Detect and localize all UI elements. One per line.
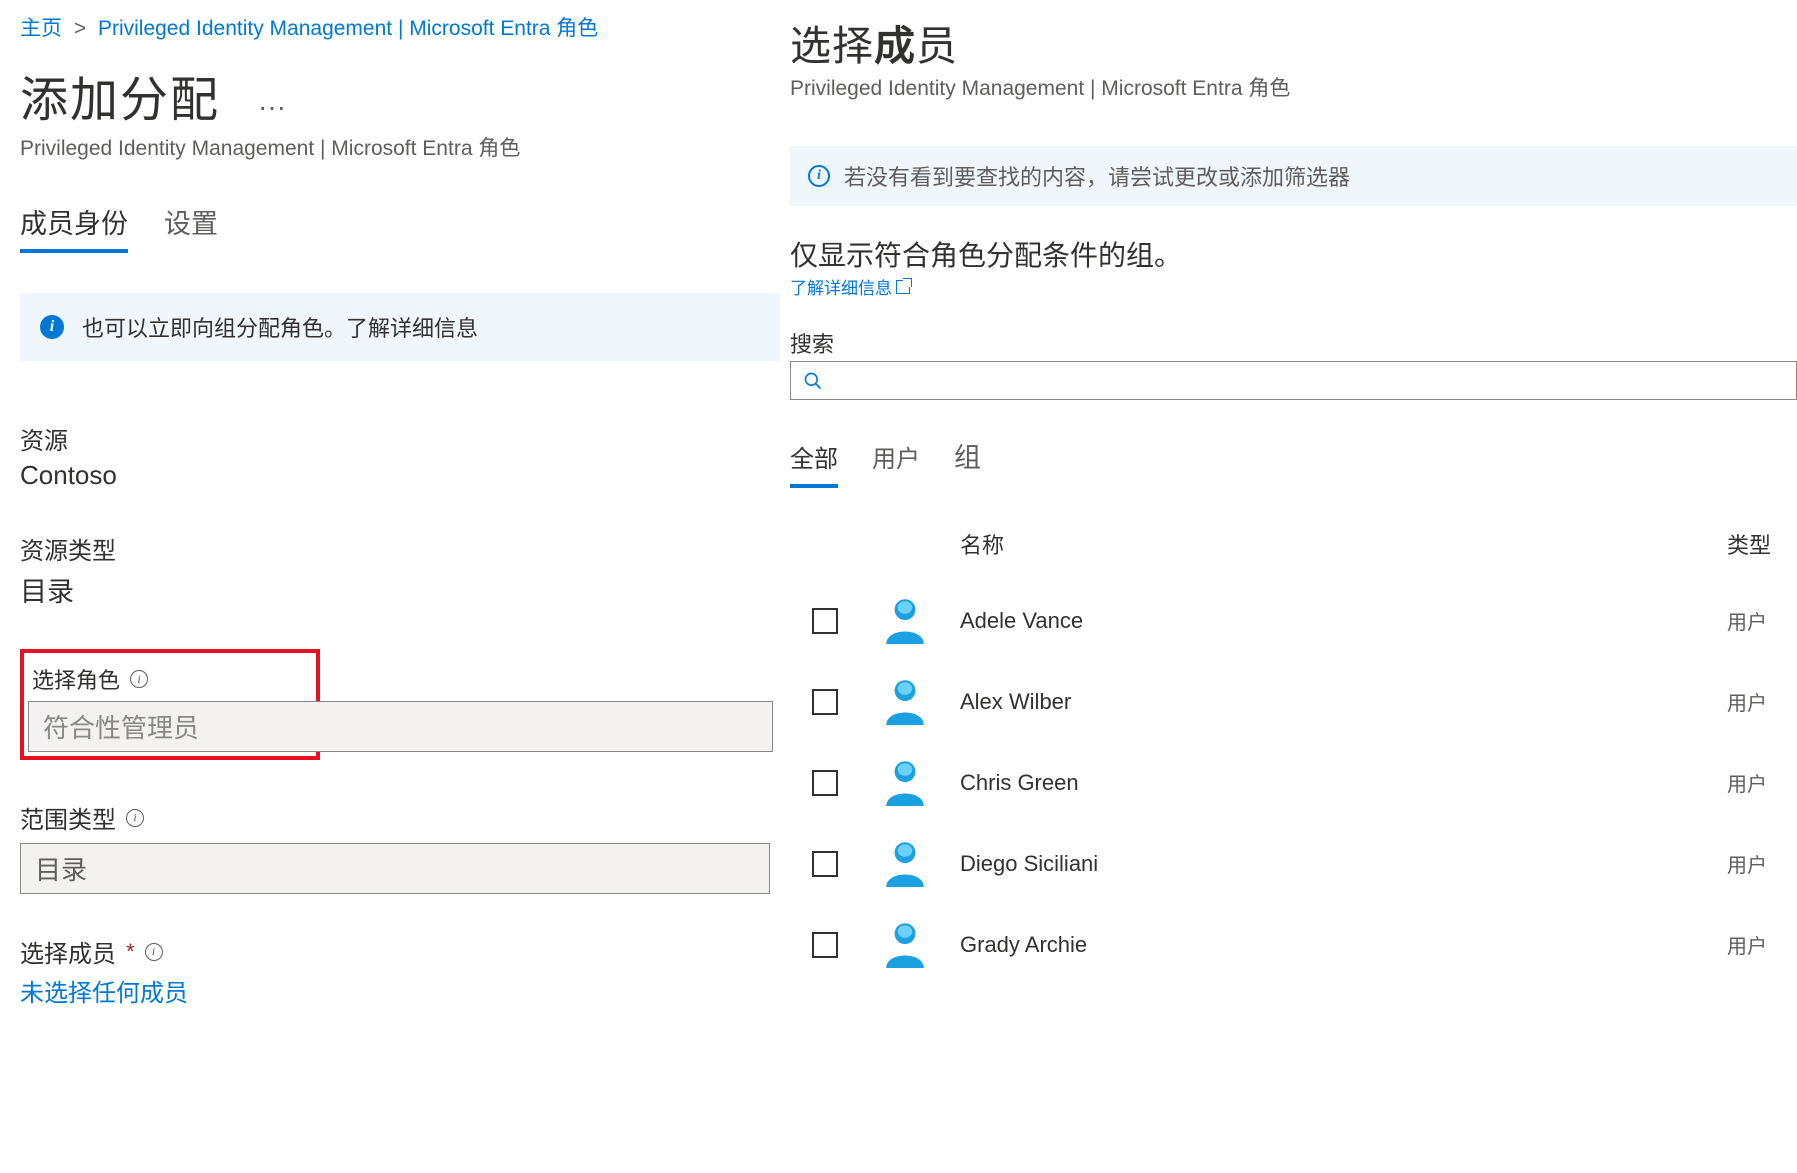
search-input[interactable]: [833, 370, 1784, 391]
select-role-dropdown[interactable]: 符合性管理员: [28, 701, 773, 752]
left-pane: 主页 > Privileged Identity Management | Mi…: [0, 0, 790, 1173]
select-member-label: 选择成员 * i: [20, 934, 790, 969]
member-checkbox[interactable]: [812, 689, 838, 715]
avatar: [870, 837, 960, 890]
title-bold: 成: [874, 23, 916, 69]
scope-type-label-text: 范围类型: [20, 800, 116, 835]
scope-type-label: 范围类型 i: [20, 800, 790, 835]
info-circle-icon[interactable]: i: [130, 670, 148, 688]
select-member-label-text: 选择成员: [20, 934, 116, 969]
resource-label: 资源: [20, 421, 790, 456]
member-row[interactable]: Alex Wilber 用户: [790, 661, 1797, 742]
tab-membership[interactable]: 成员身份: [20, 202, 128, 253]
avatar: [870, 918, 960, 971]
page-subtitle: Privileged Identity Management | Microso…: [20, 132, 790, 162]
resource-value: Contoso: [20, 460, 790, 491]
member-list: Adele Vance 用户 Alex Wilber 用户 Chris Gree…: [790, 580, 1797, 985]
required-asterisk: *: [126, 939, 135, 965]
external-link-icon: [896, 280, 910, 294]
resource-field: 资源 Contoso: [20, 421, 790, 491]
member-name: Chris Green: [960, 770, 1727, 796]
right-pane-title: 选择成员: [790, 12, 1797, 72]
select-member-field: 选择成员 * i 未选择任何成员: [20, 934, 790, 1008]
learn-more-link[interactable]: 了解详细信息: [790, 274, 910, 299]
scope-type-dropdown[interactable]: 目录: [20, 843, 770, 894]
col-header-type: 类型: [1727, 528, 1797, 560]
member-checkbox[interactable]: [812, 770, 838, 796]
info-icon: i: [808, 165, 830, 187]
member-name: Alex Wilber: [960, 689, 1727, 715]
member-type: 用户: [1727, 768, 1797, 797]
search-box[interactable]: [790, 361, 1797, 400]
member-checkbox[interactable]: [812, 932, 838, 958]
no-member-selected-link[interactable]: 未选择任何成员: [20, 973, 790, 1008]
info-icon: i: [40, 315, 64, 339]
resource-type-value: 目录: [20, 570, 790, 609]
select-role-highlight: 选择角色 i 符合性管理员: [20, 649, 320, 760]
breadcrumb: 主页 > Privileged Identity Management | Mi…: [20, 12, 790, 42]
member-row[interactable]: Chris Green 用户: [790, 742, 1797, 823]
member-checkbox[interactable]: [812, 851, 838, 877]
scope-type-field: 范围类型 i 目录: [20, 800, 790, 894]
member-name: Adele Vance: [960, 608, 1727, 634]
resource-type-field: 资源类型 目录: [20, 531, 790, 609]
more-actions-button[interactable]: ···: [250, 89, 294, 125]
avatar: [870, 756, 960, 809]
right-pane: 选择成员 Privileged Identity Management | Mi…: [790, 0, 1797, 1173]
avatar: [870, 675, 960, 728]
member-type: 用户: [1727, 606, 1797, 635]
info-banner: i 也可以立即向组分配角色。了解详细信息: [20, 293, 780, 361]
member-row[interactable]: Grady Archie 用户: [790, 904, 1797, 985]
select-role-label-text: 选择角色: [32, 663, 120, 695]
page-title-row: 添加分配 ···: [20, 60, 790, 132]
filter-tab-groups[interactable]: 组: [954, 436, 981, 485]
info-circle-icon[interactable]: i: [126, 809, 144, 827]
member-checkbox[interactable]: [812, 608, 838, 634]
member-type: 用户: [1727, 930, 1797, 959]
filter-tab-all[interactable]: 全部: [790, 439, 838, 488]
member-row[interactable]: Adele Vance 用户: [790, 580, 1797, 661]
member-row[interactable]: Diego Siciliani 用户: [790, 823, 1797, 904]
col-header-name: 名称: [960, 528, 1727, 560]
left-tabs: 成员身份 设置: [20, 202, 790, 253]
info-circle-icon[interactable]: i: [145, 943, 163, 961]
title-suffix: 员: [916, 23, 958, 69]
member-list-header: 名称 类型: [790, 528, 1797, 580]
search-icon: [803, 371, 823, 391]
title-prefix: 选择: [790, 23, 874, 69]
member-type: 用户: [1727, 687, 1797, 716]
info-banner-text: 也可以立即向组分配角色。了解详细信息: [82, 311, 478, 343]
filter-tab-users[interactable]: 用户: [872, 439, 920, 484]
member-name: Grady Archie: [960, 932, 1727, 958]
search-label: 搜索: [790, 327, 1797, 359]
learn-more-text: 了解详细信息: [790, 274, 892, 299]
page-title: 添加分配: [20, 60, 220, 130]
right-info-banner: i 若没有看到要查找的内容，请尝试更改或添加筛选器: [790, 146, 1797, 206]
right-info-text: 若没有看到要查找的内容，请尝试更改或添加筛选器: [844, 160, 1350, 192]
member-name: Diego Siciliani: [960, 851, 1727, 877]
right-pane-subtitle: Privileged Identity Management | Microso…: [790, 72, 1797, 102]
tab-settings[interactable]: 设置: [164, 202, 218, 253]
breadcrumb-home[interactable]: 主页: [20, 17, 62, 40]
filter-tabs: 全部 用户 组: [790, 436, 1797, 488]
avatar: [870, 594, 960, 647]
resource-type-label: 资源类型: [20, 531, 790, 566]
eligible-groups-text: 仅显示符合角色分配条件的组。: [790, 234, 1797, 274]
breadcrumb-current[interactable]: Privileged Identity Management | Microso…: [98, 17, 598, 40]
member-type: 用户: [1727, 849, 1797, 878]
breadcrumb-separator: >: [68, 17, 92, 40]
select-role-label: 选择角色 i: [32, 663, 308, 695]
